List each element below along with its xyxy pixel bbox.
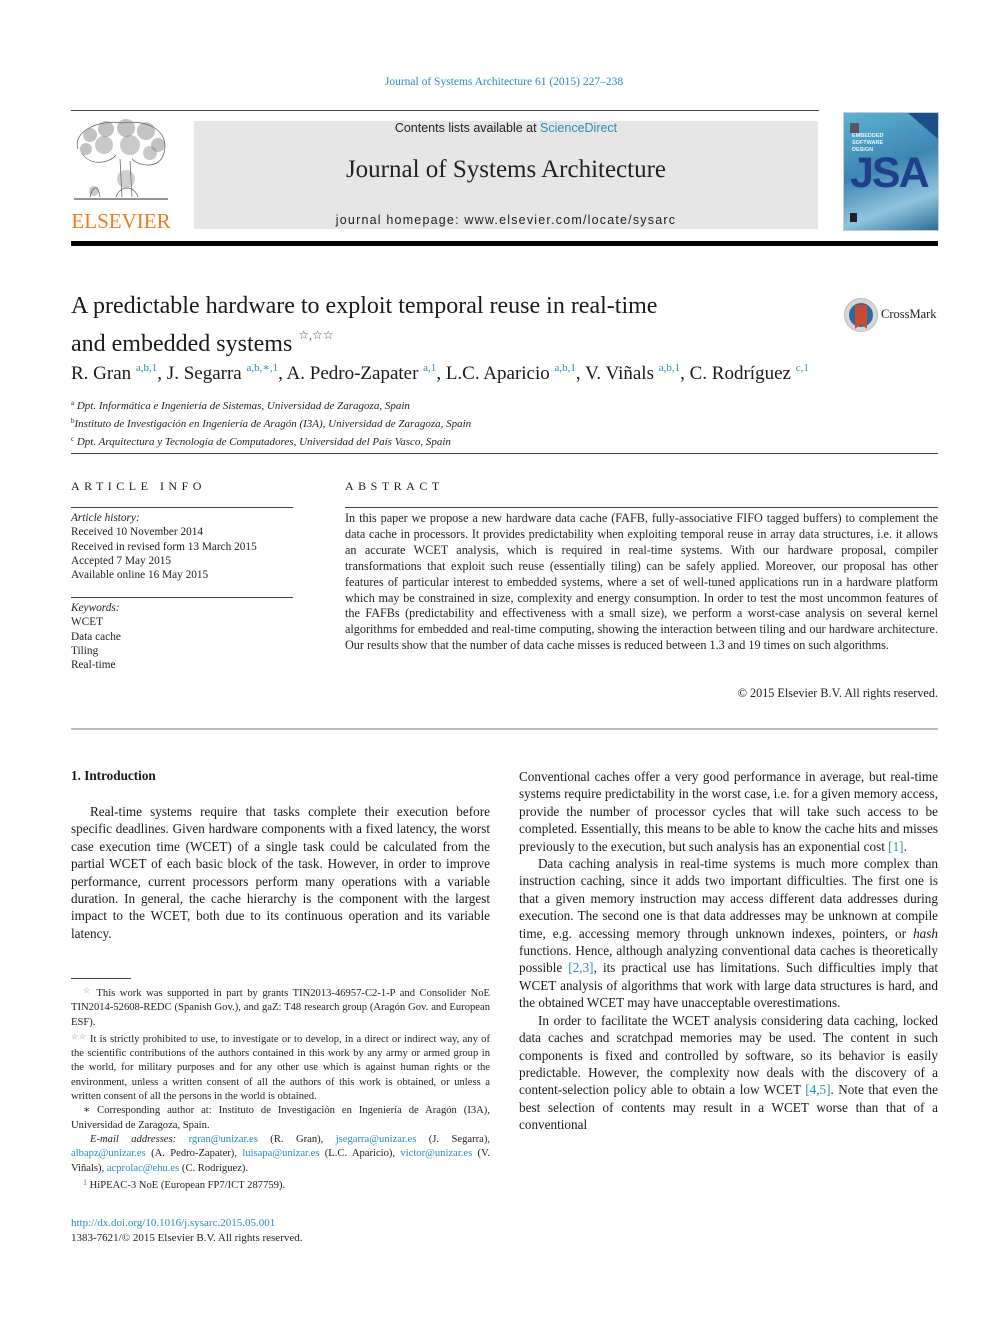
citation-ref-link[interactable]: [1] [888,839,903,854]
divider [71,728,938,730]
footnote: ☆ This work was supported in part by gra… [71,986,490,1028]
body-paragraph: Real-time systems require that tasks com… [71,804,490,941]
affiliation: c Dpt. Arquitectura y Tecnología de Comp… [71,435,451,448]
divider [345,507,938,508]
footnotes: ☆ This work was supported in part by gra… [71,984,490,1193]
footnote-corresponding: ∗ Corresponding author at: Instituto de … [71,1105,490,1131]
journal-title: Journal of Systems Architecture [345,156,667,183]
history-item: Received 10 November 2014 [71,526,204,539]
email-link[interactable]: rgran@unizar.es [189,1134,258,1145]
email-link[interactable]: jsegarra@unizar.es [336,1134,417,1145]
keyword: WCET [71,616,103,629]
body-paragraph: Conventional caches offer a very good pe… [519,769,938,854]
homepage-url-link[interactable]: www.elsevier.com/locate/sysarc [464,213,676,227]
footnote-rule [71,978,131,979]
cover-footer-mark [850,213,857,222]
author: J. Segarra a,b,∗,1, [166,362,287,384]
abstract-copyright: © 2015 Elsevier B.V. All rights reserved… [737,686,938,700]
author-affiliation-link[interactable]: a,1 [423,362,436,374]
author: C. Rodríguez c,1 [689,362,809,384]
keyword: Data cache [71,630,121,643]
footnote-emails: E-mail addresses: rgran@unizar.es (R. Gr… [71,1133,491,1174]
issn-copyright: 1383-7621/© 2015 Elsevier B.V. All right… [71,1232,303,1244]
author-affiliation-link[interactable]: c,1 [796,362,809,374]
body-paragraph: In order to facilitate the WCET analysis… [519,1012,938,1133]
affiliation: bInstituto de Investigación en Ingenierí… [71,417,472,430]
history-item: Accepted 7 May 2015 [71,554,172,567]
email-link[interactable]: luisapa@unizar.es [242,1148,319,1159]
doi-link[interactable]: http://dx.doi.org/10.1016/j.sysarc.2015.… [71,1216,303,1231]
email-link[interactable]: acprolac@ehu.es [107,1163,179,1174]
keywords-label: Keywords: [71,602,120,614]
keyword: Tiling [71,644,99,657]
divider [71,597,293,598]
sciencedirect-link[interactable]: ScienceDirect [540,121,617,135]
cover-publisher-mark [850,123,859,133]
citation-ref-link[interactable]: [4,5] [805,1082,830,1097]
article-title: A predictable hardware to exploit tempor… [71,293,658,357]
history-item: Received in revised form 13 March 2015 [71,540,257,553]
author-affiliation-link[interactable]: a,b,1 [555,362,576,374]
author-affiliation-link[interactable]: a,b,1 [136,362,157,374]
affiliations: a Dpt. Informática e Ingeniería de Siste… [71,396,471,450]
author-list: R. Gran a,b,1, J. Segarra a,b,∗,1, A. Pe… [71,361,971,385]
section-heading: 1. Introduction [71,768,156,783]
email-link[interactable]: albapz@unizar.es [71,1148,146,1159]
author: V. Viñals a,b,1, [585,362,690,384]
body-right-column: Conventional caches offer a very good pe… [519,768,938,1134]
history-label: Article history: [71,512,140,524]
divider [71,507,293,508]
affiliation: a Dpt. Informática e Ingeniería de Siste… [71,399,410,412]
citation-ref-link[interactable]: [2,3] [568,960,593,975]
author: A. Pedro-Zapater a,1, [286,362,446,384]
article-history: Article history: Received 10 November 20… [71,511,301,582]
crossmark-icon [844,298,878,332]
history-item: Available online 16 May 2015 [71,569,209,582]
header-rule [71,110,819,111]
journal-citation-link[interactable]: Journal of Systems Architecture 61 (2015… [0,76,992,88]
crossmark-label: CrossMark [881,307,937,321]
keyword: Real-time [71,659,116,672]
homepage-prefix: journal homepage: [335,213,465,227]
journal-banner: Contents lists available at ScienceDirec… [194,121,818,229]
footnote: ☆☆ It is strictly prohibited to use, to … [71,1031,490,1103]
journal-cover-image[interactable]: EMBEDDED SOFTWARE DESIGN JSA [843,112,939,231]
body-paragraph: Data caching analysis in real-time syste… [519,856,938,1011]
cover-corner-badge [908,113,938,139]
elsevier-logo[interactable]: ELSEVIER [70,119,172,234]
keywords: Keywords: WCET Data cache Tiling Real-ti… [71,601,301,672]
journal-homepage-line: journal homepage: www.elsevier.com/locat… [194,213,818,227]
cover-acronym: JSA [850,149,930,197]
author-affiliation-link[interactable]: a,b,∗,1 [246,362,278,374]
doi-block: http://dx.doi.org/10.1016/j.sysarc.2015.… [71,1216,303,1246]
article-info-heading: ARTICLE INFO [71,479,206,493]
title-footnote-marks[interactable]: ☆,☆☆ [298,328,333,342]
author: R. Gran a,b,1, [71,362,167,384]
email-link[interactable]: victor@unizar.es [400,1148,472,1159]
abstract-text: In this paper we propose a new hardware … [345,511,938,653]
crossmark-button[interactable]: CrossMark [844,298,944,334]
author-affiliation-link[interactable]: a,b,1 [659,362,680,374]
footnote: 1 HiPEAC-3 NoE (European FP7/ICT 287759)… [83,1177,286,1191]
header-thick-rule [71,241,938,246]
abstract-heading: ABSTRACT [345,479,444,493]
author: L.C. Aparicio a,b,1, [445,362,586,384]
divider [71,453,938,454]
contents-prefix: Contents lists available at [394,121,541,135]
elsevier-tree-icon [74,119,168,200]
elsevier-wordmark: ELSEVIER [71,209,171,233]
contents-available-line: Contents lists available at ScienceDirec… [194,121,818,135]
